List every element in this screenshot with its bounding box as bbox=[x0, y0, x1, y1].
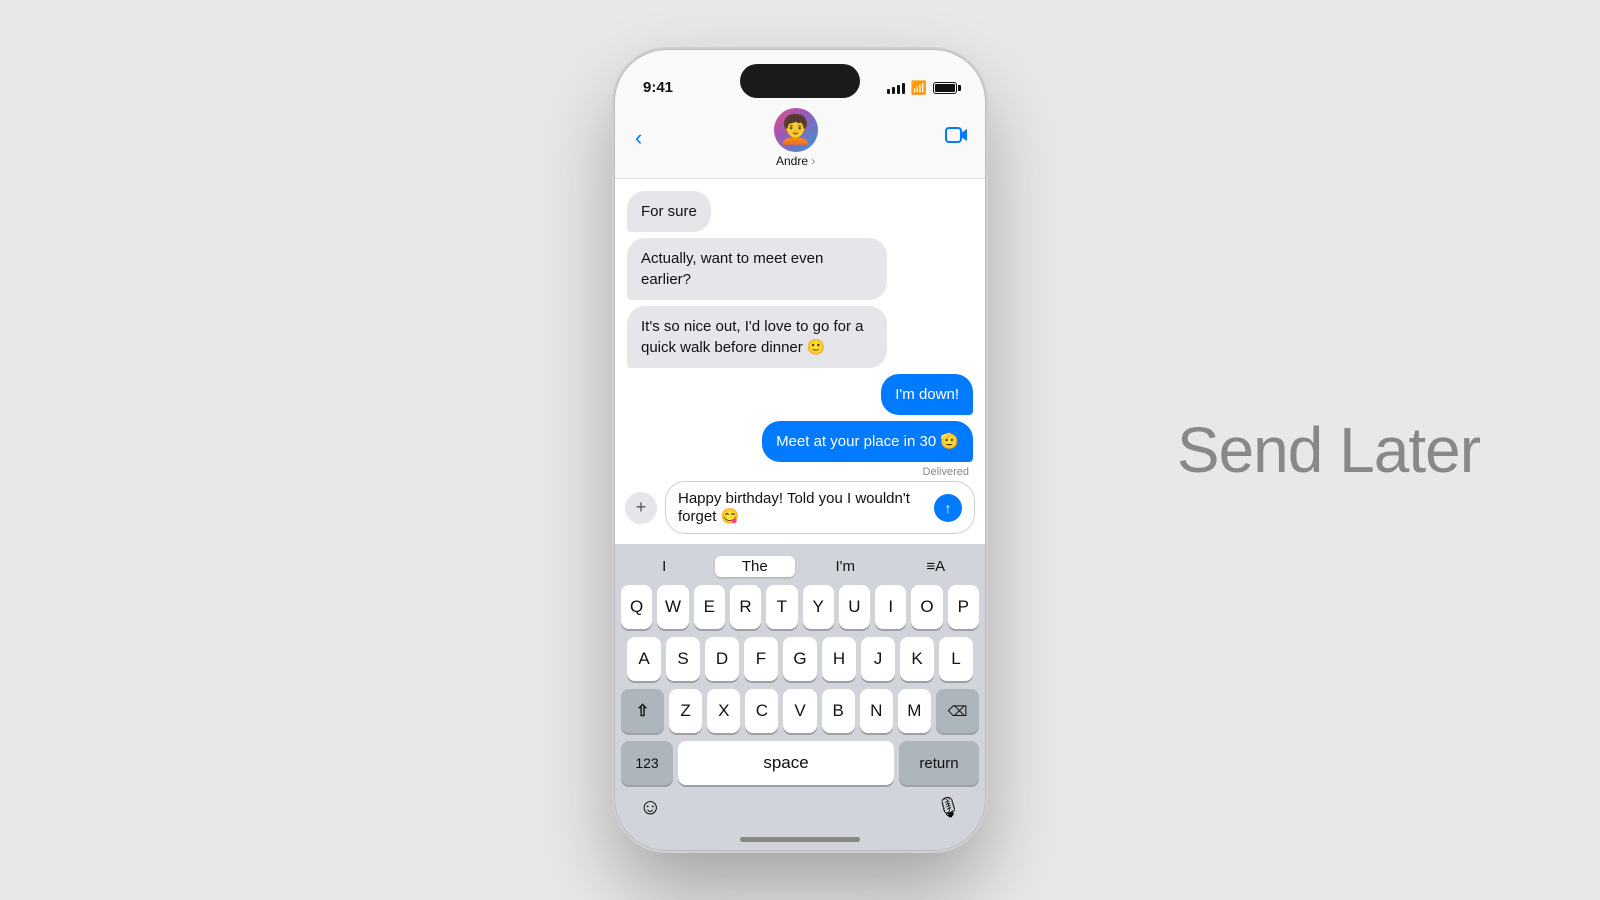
suggestion-format[interactable]: ≡A bbox=[896, 556, 976, 577]
suggestion-i[interactable]: I bbox=[624, 556, 704, 577]
attachments-button[interactable]: + bbox=[625, 492, 657, 524]
dynamic-island bbox=[740, 64, 860, 98]
avatar: 🧑‍🦱 bbox=[774, 108, 818, 152]
shift-key[interactable]: ⇧ bbox=[621, 689, 664, 733]
key-b[interactable]: B bbox=[822, 689, 855, 733]
key-j[interactable]: J bbox=[861, 637, 895, 681]
key-o[interactable]: O bbox=[911, 585, 942, 629]
video-call-button[interactable] bbox=[945, 126, 969, 150]
status-time: 9:41 bbox=[643, 79, 673, 96]
message-bubble-1: For sure bbox=[627, 191, 711, 232]
key-s[interactable]: S bbox=[666, 637, 700, 681]
key-k[interactable]: K bbox=[900, 637, 934, 681]
send-later-label: Send Later bbox=[1177, 413, 1480, 487]
status-icons: 📶 bbox=[887, 80, 957, 96]
delivered-label: Delivered bbox=[923, 466, 969, 475]
key-l[interactable]: L bbox=[939, 637, 973, 681]
key-v[interactable]: V bbox=[783, 689, 816, 733]
key-q[interactable]: Q bbox=[621, 585, 652, 629]
return-key[interactable]: return bbox=[899, 741, 979, 785]
message-bubble-2: Actually, want to meet even earlier? bbox=[627, 238, 887, 300]
bar4 bbox=[902, 83, 905, 94]
key-e[interactable]: E bbox=[694, 585, 725, 629]
keyboard-bottom-bar: ☺ 🎙 bbox=[619, 785, 981, 829]
scene: Send Later 9:41 📶 ‹ bbox=[0, 0, 1600, 900]
contact-name: Andre bbox=[776, 154, 815, 168]
key-w[interactable]: W bbox=[657, 585, 688, 629]
key-m[interactable]: M bbox=[898, 689, 931, 733]
key-i[interactable]: I bbox=[875, 585, 906, 629]
key-row-1: Q W E R T Y U I O P bbox=[621, 585, 979, 629]
bar3 bbox=[897, 85, 900, 94]
key-f[interactable]: F bbox=[744, 637, 778, 681]
signal-bars-icon bbox=[887, 82, 905, 94]
home-indicator bbox=[740, 837, 860, 842]
key-a[interactable]: A bbox=[627, 637, 661, 681]
avatar-emoji: 🧑‍🦱 bbox=[778, 116, 813, 144]
suggestions-row: I The I'm ≡A bbox=[619, 552, 981, 585]
input-row: + Happy birthday! Told you I wouldn't fo… bbox=[615, 475, 985, 544]
messages-area: For sure Actually, want to meet even ear… bbox=[615, 179, 985, 475]
battery-icon bbox=[933, 82, 957, 94]
key-row-bottom: 123 space return bbox=[621, 741, 979, 785]
back-button[interactable]: ‹ bbox=[631, 121, 646, 155]
key-h[interactable]: H bbox=[822, 637, 856, 681]
space-key[interactable]: space bbox=[678, 741, 894, 785]
keys-rows: Q W E R T Y U I O P A S D F G bbox=[619, 585, 981, 785]
suggestion-the[interactable]: The bbox=[715, 556, 795, 577]
phone-shell: 9:41 📶 ‹ 🧑‍🦱 Andre bbox=[615, 50, 985, 850]
key-row-3: ⇧ Z X C V B N M ⌫ bbox=[621, 689, 979, 733]
key-d[interactable]: D bbox=[705, 637, 739, 681]
wifi-icon: 📶 bbox=[911, 80, 927, 96]
key-z[interactable]: Z bbox=[669, 689, 702, 733]
send-button[interactable]: ↑ bbox=[934, 494, 962, 522]
send-arrow-icon: ↑ bbox=[945, 501, 952, 515]
key-r[interactable]: R bbox=[730, 585, 761, 629]
message-bubble-3: It's so nice out, I'd love to go for a q… bbox=[627, 306, 887, 368]
message-input[interactable]: Happy birthday! Told you I wouldn't forg… bbox=[665, 481, 975, 534]
key-x[interactable]: X bbox=[707, 689, 740, 733]
bar2 bbox=[892, 87, 895, 94]
numbers-key[interactable]: 123 bbox=[621, 741, 673, 785]
key-row-2: A S D F G H J K L bbox=[621, 637, 979, 681]
shift-icon: ⇧ bbox=[636, 701, 649, 721]
key-p[interactable]: P bbox=[948, 585, 979, 629]
input-text: Happy birthday! Told you I wouldn't forg… bbox=[678, 490, 934, 525]
contact-info[interactable]: 🧑‍🦱 Andre bbox=[774, 108, 818, 168]
key-u[interactable]: U bbox=[839, 585, 870, 629]
battery-fill bbox=[935, 84, 955, 92]
key-y[interactable]: Y bbox=[803, 585, 834, 629]
key-g[interactable]: G bbox=[783, 637, 817, 681]
mic-key[interactable]: 🎙 bbox=[936, 795, 961, 820]
message-bubble-4: I'm down! bbox=[881, 374, 973, 415]
suggestion-im[interactable]: I'm bbox=[805, 556, 885, 577]
message-bubble-5: Meet at your place in 30 🫡 bbox=[762, 421, 973, 462]
delete-key[interactable]: ⌫ bbox=[936, 689, 979, 733]
keyboard: I The I'm ≡A Q W E R T Y U I O P bbox=[615, 544, 985, 833]
bar1 bbox=[887, 89, 890, 94]
emoji-key[interactable]: ☺ bbox=[639, 794, 661, 820]
key-t[interactable]: T bbox=[766, 585, 797, 629]
nav-header: ‹ 🧑‍🦱 Andre bbox=[615, 104, 985, 179]
home-indicator-wrapper bbox=[615, 833, 985, 850]
key-c[interactable]: C bbox=[745, 689, 778, 733]
key-n[interactable]: N bbox=[860, 689, 893, 733]
